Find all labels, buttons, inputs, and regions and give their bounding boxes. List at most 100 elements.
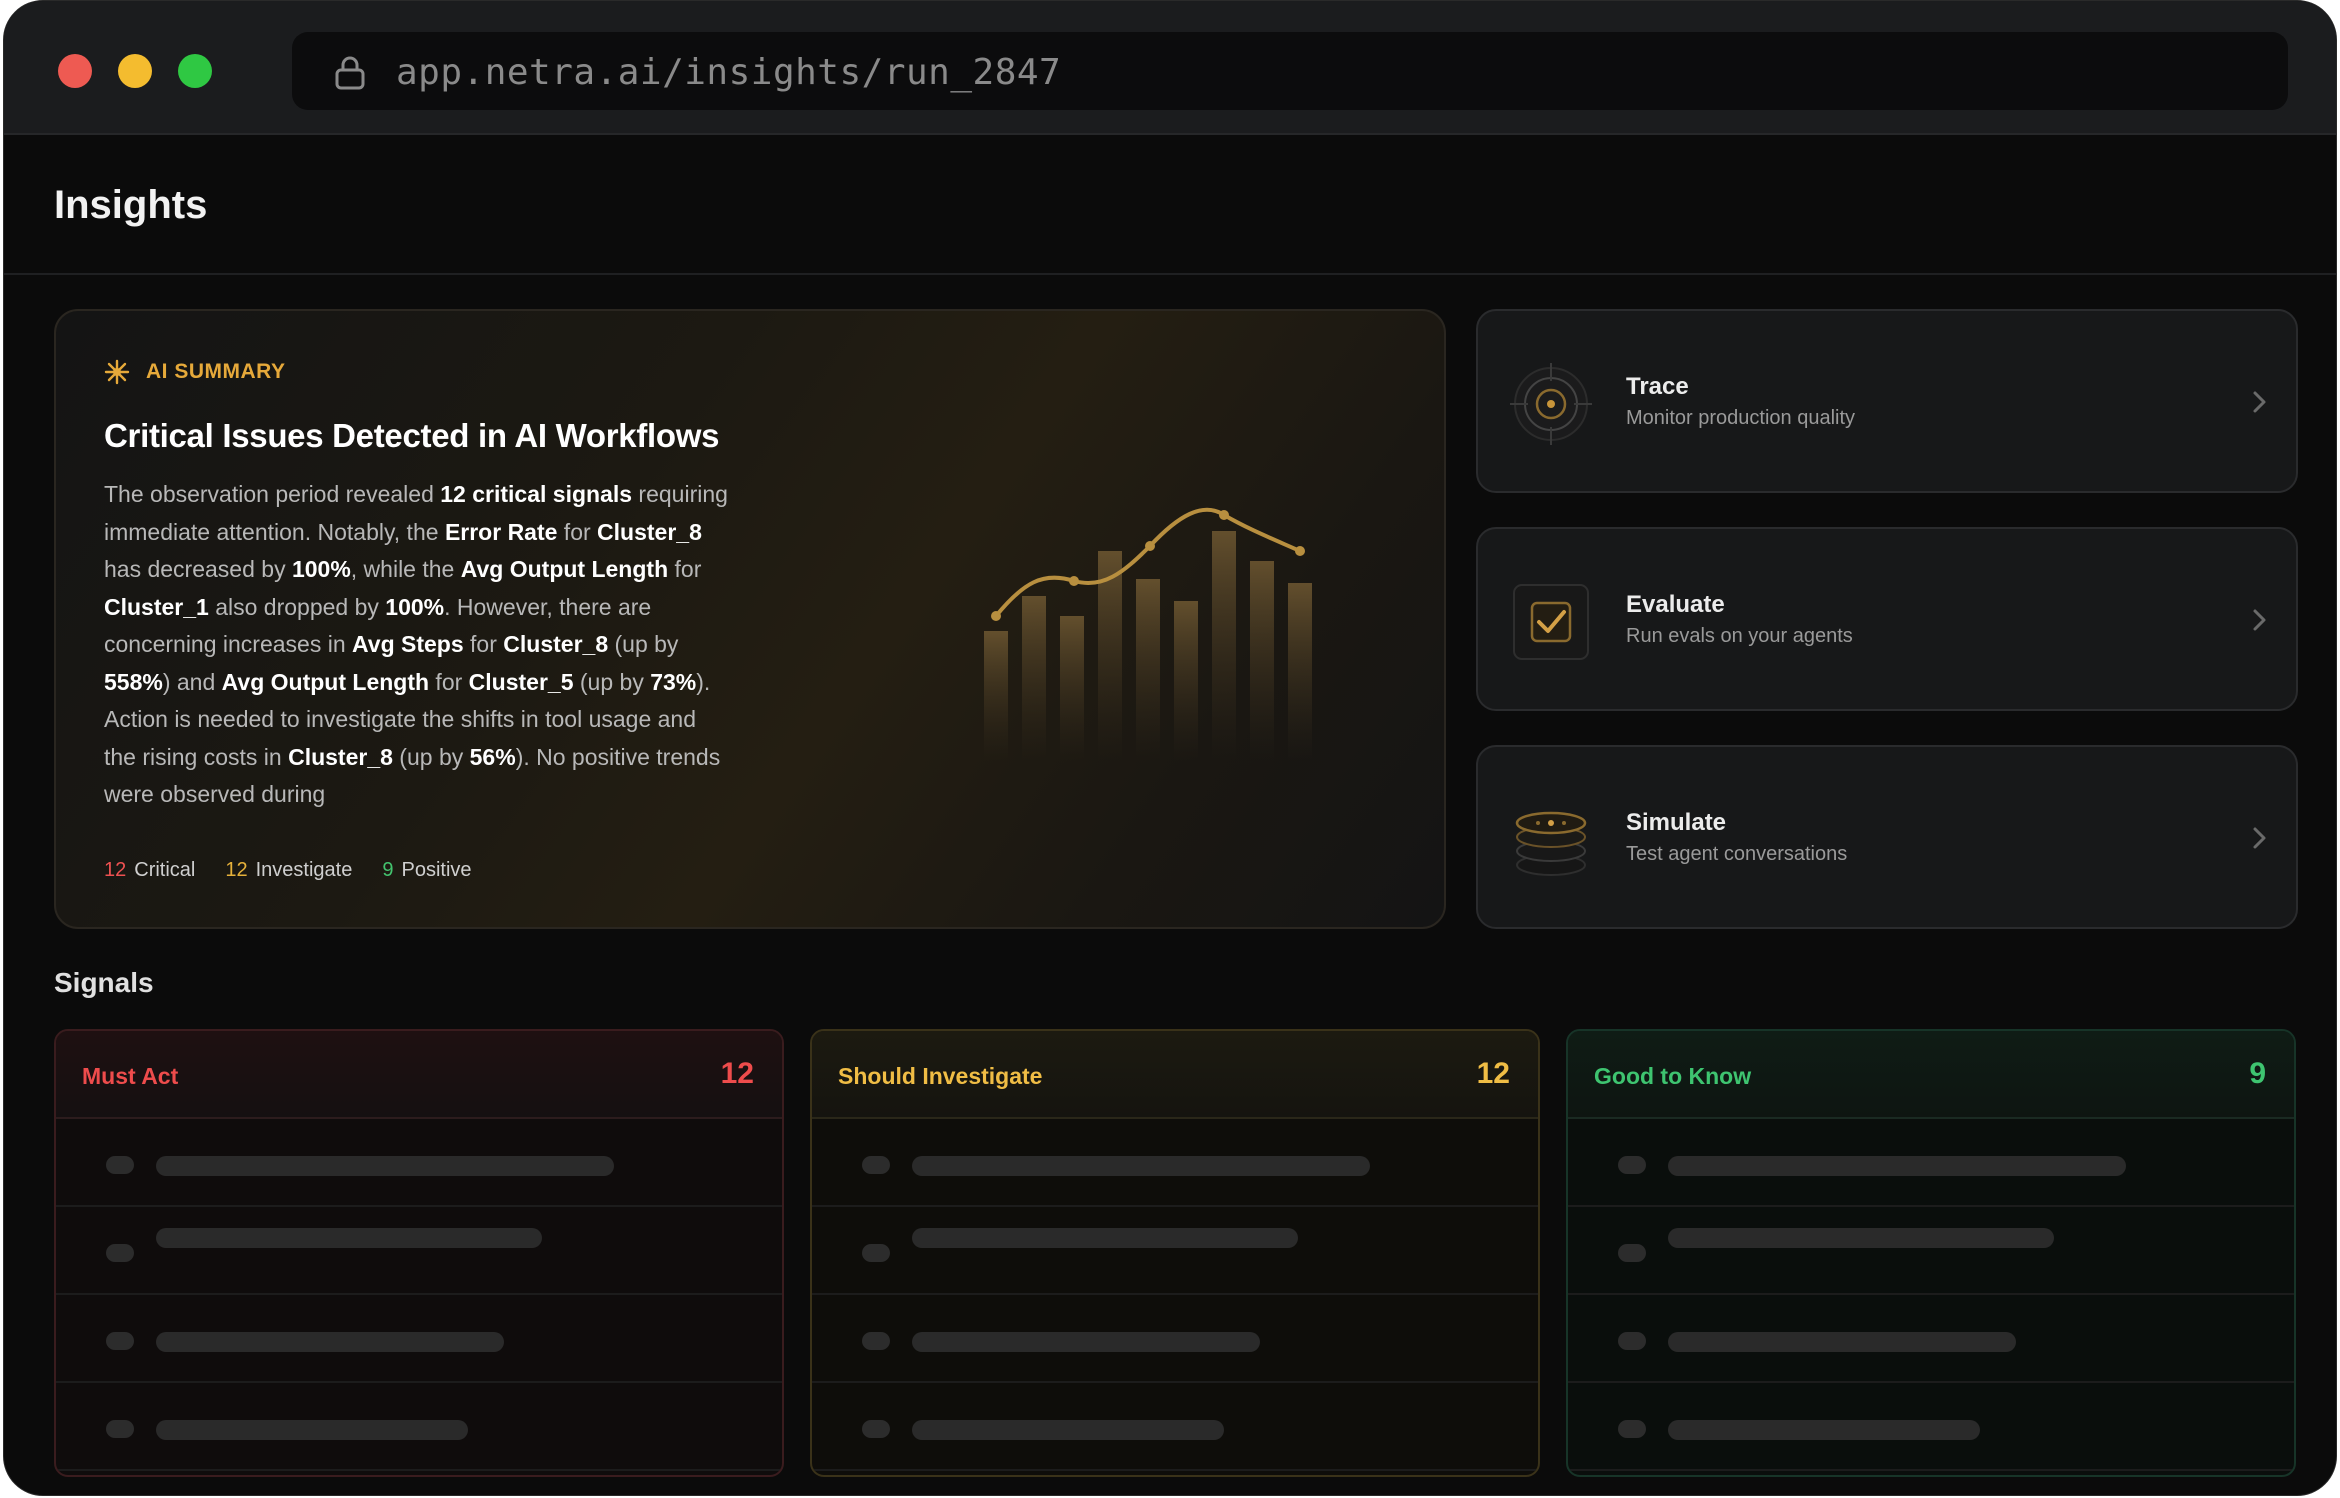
investigate-count-label: Investigate <box>255 859 353 881</box>
feature-title-simulate: Simulate <box>1626 809 1727 836</box>
feature-title-trace: Trace <box>1626 373 1689 400</box>
signal-row-placeholder[interactable] <box>1568 1295 2294 1383</box>
row-skeleton-bar <box>1668 1156 2126 1176</box>
chart-bar <box>1174 601 1198 761</box>
minimize-window-button[interactable] <box>118 54 152 88</box>
signal-column-good-to-know: Good to Know 9 <box>1566 1029 2296 1477</box>
column-count: 12 <box>720 1057 754 1090</box>
chevron-right-icon <box>2253 391 2266 413</box>
column-title: Good to Know <box>1594 1063 1752 1089</box>
chart-bar <box>1250 561 1274 761</box>
chart-point <box>991 611 1001 621</box>
critical-count-label: Critical <box>134 859 196 881</box>
column-count: 9 <box>2249 1057 2266 1090</box>
address-bar[interactable]: app.netra.ai/insights/run_2847 <box>292 32 2288 110</box>
signal-row-placeholder[interactable] <box>1568 1383 2294 1471</box>
chart-bar <box>1288 583 1312 761</box>
signal-row-placeholder[interactable] <box>1568 1207 2294 1295</box>
chart-point <box>1069 576 1079 586</box>
ai-summary-label: AI SUMMARY <box>146 360 286 383</box>
row-dot <box>106 1332 134 1350</box>
feature-subtitle-trace: Monitor production quality <box>1626 407 1856 429</box>
signal-row-placeholder[interactable] <box>56 1119 782 1207</box>
row-skeleton-bar <box>912 1332 1260 1352</box>
chevron-right-icon <box>2253 609 2266 631</box>
row-dot <box>1618 1420 1646 1438</box>
feature-card-evaluate[interactable]: Evaluate Run evals on your agents <box>1476 527 2298 711</box>
chart-bar <box>1136 579 1160 761</box>
browser-titlebar: app.netra.ai/insights/run_2847 <box>4 1 2336 135</box>
signal-row-placeholder[interactable] <box>56 1383 782 1471</box>
chart-bar <box>984 631 1008 761</box>
chevron-right-icon <box>2253 827 2266 849</box>
row-dot <box>862 1420 890 1438</box>
page-header: Insights <box>4 135 2336 275</box>
row-skeleton-bar <box>156 1228 542 1248</box>
chart-bar <box>1212 531 1236 761</box>
column-header[interactable]: Must Act 12 <box>56 1031 782 1119</box>
stack-icon <box>1515 811 1587 876</box>
close-window-button[interactable] <box>58 54 92 88</box>
feature-title-evaluate: Evaluate <box>1626 591 1725 618</box>
ai-summary-card: AI SUMMARY Critical Issues Detected in A… <box>54 309 1446 929</box>
chart-point <box>1295 546 1305 556</box>
summary-title: Critical Issues Detected in AI Workflows <box>104 417 720 454</box>
signal-column-must-act: Must Act 12 <box>54 1029 784 1477</box>
column-count: 12 <box>1476 1057 1510 1090</box>
column-title: Must Act <box>82 1063 179 1089</box>
row-dot <box>1618 1244 1646 1262</box>
positive-count: 9 Positive <box>382 859 471 882</box>
critical-count: 12 Critical <box>104 859 195 882</box>
column-header[interactable]: Good to Know 9 <box>1568 1031 2294 1119</box>
row-dot <box>106 1244 134 1262</box>
signal-row-placeholder[interactable] <box>812 1119 1538 1207</box>
positive-count-number: 9 <box>382 859 394 881</box>
row-skeleton-bar <box>1668 1420 1980 1440</box>
feature-card-simulate[interactable]: Simulate Test agent conversations <box>1476 745 2298 929</box>
column-title: Should Investigate <box>838 1063 1043 1089</box>
signal-counts: 12 Critical 12 Investigate 9 Positive <box>104 859 502 882</box>
row-dot <box>862 1332 890 1350</box>
column-header[interactable]: Should Investigate 12 <box>812 1031 1538 1119</box>
feature-card-trace[interactable]: Trace Monitor production quality <box>1476 309 2298 493</box>
signal-column-should-investigate: Should Investigate 12 <box>810 1029 1540 1477</box>
row-skeleton-bar <box>156 1420 468 1440</box>
row-skeleton-bar <box>1668 1332 2016 1352</box>
row-dot <box>106 1420 134 1438</box>
browser-window: app.netra.ai/insights/run_2847 Insights … <box>3 0 2337 1496</box>
sparkle-icon <box>104 359 130 385</box>
ai-summary-label-row: AI SUMMARY <box>104 359 286 385</box>
row-dot <box>1618 1332 1646 1350</box>
feature-subtitle-simulate: Test agent conversations <box>1626 843 1848 865</box>
row-skeleton-bar <box>156 1156 614 1176</box>
maximize-window-button[interactable] <box>178 54 212 88</box>
row-dot <box>862 1156 890 1174</box>
signal-row-placeholder[interactable] <box>56 1207 782 1295</box>
row-skeleton-bar <box>1668 1228 2054 1248</box>
chart-point <box>1145 541 1155 551</box>
signal-row-placeholder[interactable] <box>1568 1119 2294 1207</box>
chart-point <box>1219 510 1229 520</box>
signal-row-placeholder[interactable] <box>812 1383 1538 1471</box>
chart-bar <box>1060 616 1084 761</box>
signals-section-title: Signals <box>54 967 154 998</box>
row-skeleton-bar <box>912 1228 1298 1248</box>
page-title: Insights <box>54 183 208 227</box>
row-dot <box>106 1156 134 1174</box>
row-dot <box>1618 1156 1646 1174</box>
positive-count-label: Positive <box>401 859 472 881</box>
decorative-chart-illustration <box>984 507 1312 761</box>
lock-icon <box>335 56 365 90</box>
row-skeleton-bar <box>156 1332 504 1352</box>
signal-row-placeholder[interactable] <box>812 1207 1538 1295</box>
signal-row-placeholder[interactable] <box>812 1295 1538 1383</box>
chart-bar <box>1022 596 1046 761</box>
target-icon <box>1510 363 1592 445</box>
signal-row-placeholder[interactable] <box>56 1295 782 1383</box>
url-text[interactable]: app.netra.ai/insights/run_2847 <box>396 52 1061 93</box>
checkbox-icon <box>1513 584 1589 660</box>
row-skeleton-bar <box>912 1156 1370 1176</box>
summary-body: The observation period revealed 12 criti… <box>104 481 728 807</box>
row-skeleton-bar <box>912 1420 1224 1440</box>
row-dot <box>862 1244 890 1262</box>
